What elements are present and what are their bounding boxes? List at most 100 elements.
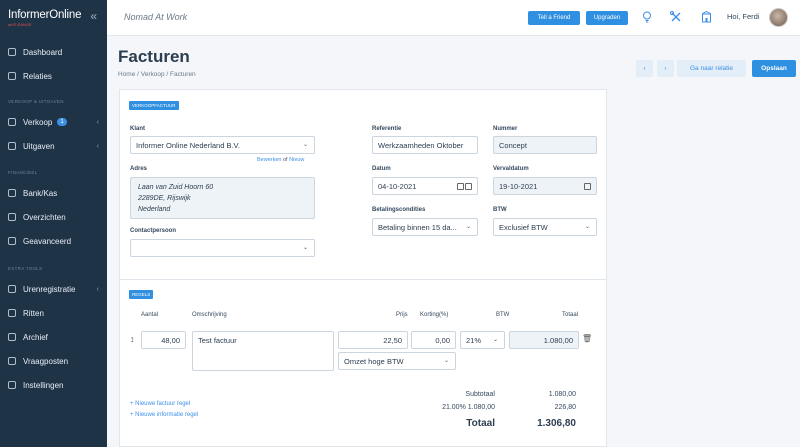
- previous-button[interactable]: ‹: [636, 60, 653, 77]
- sidebar-item-uitgaven[interactable]: Uitgaven ‹: [0, 134, 107, 158]
- nummer-field: Concept: [493, 136, 597, 154]
- lightbulb-icon[interactable]: [641, 11, 653, 23]
- sidebar-item-dashboard[interactable]: Dashboard: [0, 40, 107, 64]
- sidebar: InformerOnline ad E-RANGE « Dashboard Rel…: [0, 0, 107, 447]
- sidebar-item-urenregistratie[interactable]: Urenregistratie ‹: [0, 277, 107, 301]
- invoice-card: VERKOOPFACTUUR Klant Informer Online Ned…: [119, 89, 607, 447]
- sidebar-item-archief[interactable]: Archief: [0, 325, 107, 349]
- vervaldatum-label: Vervaldatum: [493, 166, 529, 172]
- save-button[interactable]: Opslaan: [752, 60, 796, 77]
- new-invoice-line-link[interactable]: + Nieuwe factuur regel: [130, 401, 190, 407]
- calendar-check-icon[interactable]: [465, 183, 472, 190]
- aantal-input[interactable]: 48,00: [141, 331, 186, 349]
- btw-select[interactable]: Exclusief BTW ⌄: [493, 218, 597, 236]
- chevron-left-icon: ‹: [96, 118, 99, 126]
- omschrijving-textarea[interactable]: Test factuur: [192, 331, 334, 371]
- new-info-line-link[interactable]: + Nieuwe informatie regel: [130, 412, 198, 418]
- avatar[interactable]: [769, 8, 788, 27]
- sales-invoice-tag: VERKOOPFACTUUR: [129, 101, 179, 110]
- subtotal-label: Subtotaal: [465, 391, 495, 398]
- chevron-down-icon: ⌄: [443, 358, 449, 364]
- tell-a-friend-button[interactable]: Tell a Friend: [528, 11, 580, 25]
- sidebar-item-bank[interactable]: Bank/Kas: [0, 181, 107, 205]
- nummer-label: Nummer: [493, 126, 518, 132]
- breadcrumb[interactable]: Home / Verkoop / Facturen: [118, 71, 196, 78]
- chevron-down-icon: ⌄: [492, 337, 498, 343]
- betalingscondities-select[interactable]: Betaling binnen 15 da... ⌄: [372, 218, 478, 236]
- trash-icon[interactable]: 🗑: [582, 334, 592, 343]
- address-box: Laan van Zuid Hoorn 60 2289DE, Rijswijk …: [130, 177, 315, 219]
- logo-subtext: ad E-RANGE: [8, 21, 32, 27]
- address-actions: Bewerken of Nieuw: [257, 157, 305, 163]
- header-prijs: Prijs: [396, 312, 408, 318]
- klant-select[interactable]: Informer Online Nederland B.V. ⌄: [130, 136, 315, 154]
- section-divider: [120, 279, 606, 280]
- chevron-down-icon: ⌄: [302, 245, 308, 251]
- tools-icon[interactable]: [670, 11, 682, 23]
- archive-icon: [8, 333, 16, 341]
- topbar: Nomad At Work Tell a Friend Upgraden Hoi…: [107, 0, 800, 36]
- car-icon: [8, 309, 16, 317]
- logo-text: InformerOnline: [8, 8, 82, 21]
- header-omschrijving: Omschrijving: [192, 312, 227, 318]
- adres-label: Adres: [130, 166, 148, 172]
- datum-input[interactable]: 04-10-2021: [372, 177, 478, 195]
- prijs-input[interactable]: 22,50: [338, 331, 408, 349]
- sidebar-item-overzichten[interactable]: Overzichten: [0, 205, 107, 229]
- upgrade-button[interactable]: Upgraden: [586, 11, 628, 25]
- settings-icon: [8, 381, 16, 389]
- company-name: Nomad At Work: [124, 12, 188, 22]
- expenses-icon: [8, 142, 16, 150]
- building-icon[interactable]: [700, 10, 712, 23]
- ledger-select[interactable]: Omzet hoge BTW ⌄: [338, 352, 456, 370]
- korting-input[interactable]: 0,00: [411, 331, 456, 349]
- verkoop-badge: 1: [57, 118, 67, 126]
- sidebar-item-ritten[interactable]: Ritten: [0, 301, 107, 325]
- calendar-icon[interactable]: [457, 183, 464, 190]
- referentie-input[interactable]: Werkzaamheden Oktober: [372, 136, 478, 154]
- vat-label: 21.00% 1.080,00: [442, 404, 495, 411]
- sidebar-item-instellingen[interactable]: Instellingen: [0, 373, 107, 397]
- vat-value: 226,80: [554, 404, 576, 411]
- sales-icon: [8, 118, 16, 126]
- logo[interactable]: InformerOnline ad E-RANGE «: [0, 0, 107, 36]
- regels-tag: REGELS: [129, 290, 154, 299]
- sidebar-item-verkoop[interactable]: Verkoop 1 ‹: [0, 110, 107, 134]
- question-icon: [8, 357, 16, 365]
- contact-label: Contactpersoon: [130, 228, 177, 234]
- drag-handle-icon[interactable]: ↕: [130, 334, 135, 344]
- chevron-down-icon: ⌄: [584, 224, 590, 230]
- advanced-icon: [8, 237, 16, 245]
- clock-icon: [8, 285, 16, 293]
- btw-rate-select[interactable]: 21% ⌄: [460, 331, 505, 349]
- subtotal-value: 1.080,00: [548, 391, 576, 398]
- header-btw: BTW: [496, 312, 510, 318]
- collapse-sidebar-icon[interactable]: «: [90, 9, 97, 23]
- header-aantal: Aantal: [141, 312, 159, 318]
- go-to-relation-button[interactable]: Ga naar relatie: [677, 60, 746, 77]
- bank-icon: [8, 189, 16, 197]
- contact-select[interactable]: ⌄: [130, 239, 315, 257]
- dashboard-icon: [8, 48, 16, 56]
- total-value: 1.306,80: [537, 418, 576, 429]
- new-address-link[interactable]: Nieuw: [289, 157, 304, 163]
- edit-address-link[interactable]: Bewerken: [257, 157, 281, 163]
- klant-label: Klant: [130, 126, 145, 132]
- datum-label: Datum: [372, 166, 391, 172]
- vervaldatum-field: 19-10-2021: [493, 177, 597, 195]
- calendar-icon: [584, 183, 591, 190]
- totaal-field: 1.080,00: [509, 331, 579, 349]
- next-button[interactable]: ›: [657, 60, 674, 77]
- page-title: Facturen: [118, 47, 190, 66]
- total-label: Totaal: [466, 418, 495, 429]
- referentie-label: Referentie: [372, 126, 402, 132]
- sidebar-item-geavanceerd[interactable]: Geavanceerd: [0, 229, 107, 253]
- chevron-down-icon: ⌄: [302, 142, 308, 148]
- sidebar-item-vraagposten[interactable]: Vraagposten: [0, 349, 107, 373]
- sidebar-item-relaties[interactable]: Relaties: [0, 64, 107, 88]
- greeting: Hoi, Ferdi: [727, 12, 760, 21]
- chevron-down-icon: ⌄: [465, 224, 471, 230]
- chevron-left-icon: ‹: [96, 142, 99, 150]
- betalingscondities-label: Betalingscondities: [372, 207, 426, 213]
- contacts-icon: [8, 72, 16, 80]
